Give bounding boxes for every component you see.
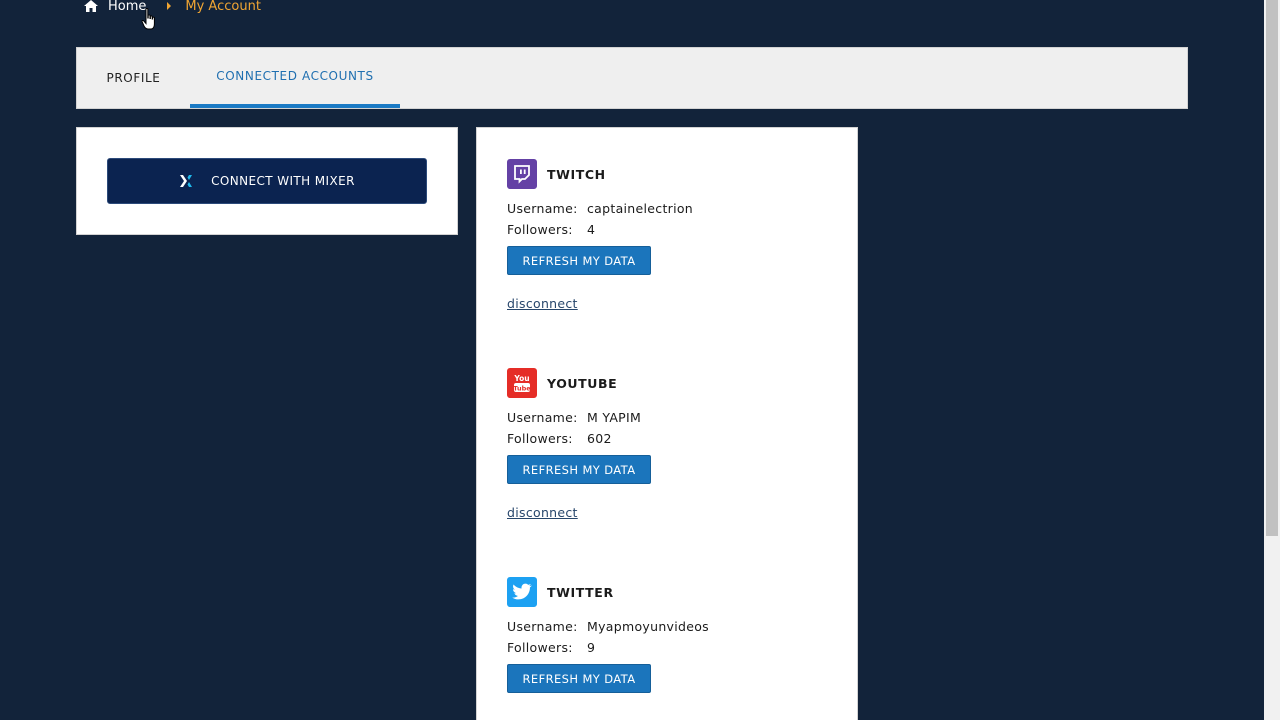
account-youtube: You Tube YOUTUBE Username: M YAPIM Follow…	[507, 368, 837, 521]
followers-label: Followers:	[507, 431, 573, 446]
mixer-icon	[180, 175, 193, 187]
svg-text:Tube: Tube	[513, 384, 531, 392]
tab-connected-accounts[interactable]: CONNECTED ACCOUNTS	[190, 48, 400, 108]
platform-name: TWITCH	[547, 166, 606, 182]
breadcrumb: Home My Account	[84, 0, 261, 16]
followers-value: 4	[587, 222, 596, 237]
mixer-connect-card: CONNECT WITH MIXER	[76, 127, 458, 235]
tab-profile[interactable]: PROFILE	[77, 48, 190, 108]
account-twitch: TWITCH Username: captainelectrion Followe…	[507, 159, 837, 312]
refresh-data-button[interactable]: REFRESH MY DATA	[507, 246, 651, 275]
username-label: Username:	[507, 410, 578, 425]
refresh-data-button[interactable]: REFRESH MY DATA	[507, 455, 651, 484]
chevron-right-icon	[167, 2, 172, 10]
account-twitter: TWITTER Username: Myapmoyunvideos Followe…	[507, 577, 837, 693]
disconnect-link[interactable]: disconnect	[507, 296, 578, 311]
disconnect-link[interactable]: disconnect	[507, 505, 578, 520]
followers-label: Followers:	[507, 640, 573, 655]
platform-name: YOUTUBE	[547, 375, 618, 391]
hand-cursor-icon	[141, 8, 155, 30]
account-tabs: PROFILE CONNECTED ACCOUNTS	[76, 47, 1188, 109]
username-value: M YAPIM	[587, 410, 642, 425]
followers-value: 9	[587, 640, 596, 655]
breadcrumb-current: My Account	[185, 0, 261, 14]
connect-with-mixer-button[interactable]: CONNECT WITH MIXER	[107, 158, 427, 204]
connected-accounts-card: TWITCH Username: captainelectrion Followe…	[476, 127, 858, 720]
twitch-icon	[507, 159, 537, 189]
scrollbar-thumb[interactable]	[1266, 0, 1278, 536]
connect-with-mixer-label: CONNECT WITH MIXER	[211, 174, 355, 188]
platform-name: TWITTER	[547, 584, 614, 600]
refresh-data-button[interactable]: REFRESH MY DATA	[507, 664, 651, 693]
svg-text:You: You	[513, 374, 529, 383]
youtube-icon: You Tube	[507, 368, 537, 398]
username-value: captainelectrion	[587, 201, 694, 216]
followers-label: Followers:	[507, 222, 573, 237]
home-icon	[84, 0, 98, 12]
username-value: Myapmoyunvideos	[587, 619, 709, 634]
username-label: Username:	[507, 619, 578, 634]
followers-value: 602	[587, 431, 612, 446]
username-label: Username:	[507, 201, 578, 216]
twitter-icon	[507, 577, 537, 607]
